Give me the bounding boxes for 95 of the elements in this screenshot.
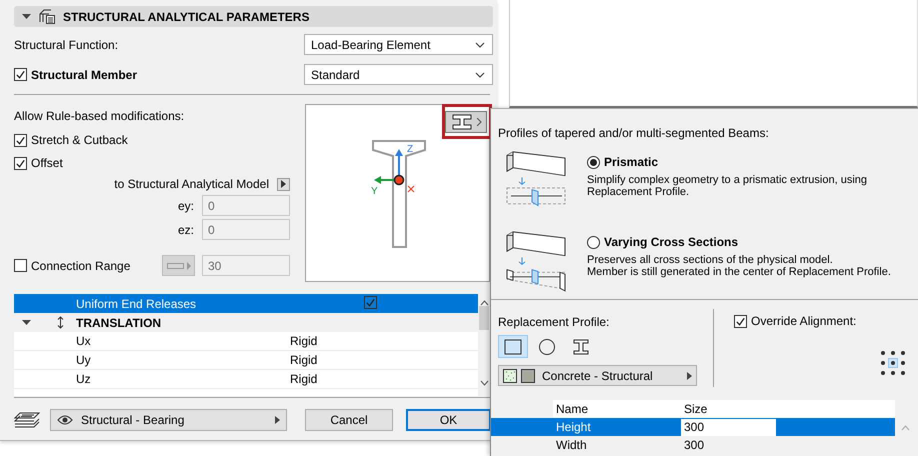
play-arrow-icon <box>275 416 280 424</box>
field-label: Structural Function: <box>14 38 118 52</box>
value-input[interactable]: 300 <box>681 418 776 436</box>
radio-label: Prismatic <box>604 155 658 169</box>
checkbox-label: Structural Member <box>31 68 138 82</box>
chevron-down-icon <box>475 42 485 48</box>
point-icon <box>881 371 885 375</box>
radio-dot-icon <box>590 158 597 166</box>
point-icon <box>881 361 885 365</box>
check-icon <box>735 316 746 326</box>
table-group-row[interactable]: TRANSLATION <box>14 313 478 332</box>
caret-down-icon[interactable] <box>22 14 31 19</box>
checkbox[interactable] <box>364 296 377 309</box>
point-icon <box>891 361 895 365</box>
option-description: Preserves all cross sections of the physical model. Member is still generated in the center of Replacement Profile. <box>587 254 892 278</box>
column-header: Name <box>553 400 681 418</box>
rectangle-icon <box>504 338 522 354</box>
layers-icon <box>14 412 40 428</box>
scroll-thumb[interactable] <box>479 306 489 330</box>
radio-button[interactable] <box>587 236 600 248</box>
anchor-point[interactable] <box>878 368 888 378</box>
checkbox-label: Connection Range <box>31 258 130 272</box>
offset-target-label: to Structural Analytical Model <box>114 177 269 191</box>
table-cell-text: Uy <box>76 353 92 367</box>
check-icon <box>15 69 26 80</box>
checkbox-label: Override Alignment: <box>751 314 856 328</box>
caret-down-icon[interactable] <box>22 320 31 325</box>
section-label: Allow Rule-based modifications: <box>14 109 186 123</box>
table-row[interactable]: Uniform End Releases <box>14 294 478 313</box>
axis-label: Y <box>371 187 378 197</box>
checkbox[interactable] <box>734 314 747 328</box>
structural-function-dropdown[interactable]: Load-Bearing Element <box>304 34 493 55</box>
radio-label: Varying Cross Sections <box>604 235 738 249</box>
i-beam-icon <box>572 338 590 354</box>
table-row[interactable]: Width 300 <box>491 436 895 454</box>
checkbox[interactable] <box>14 156 27 170</box>
column-header: Size <box>681 400 776 418</box>
field-label: ey: <box>178 198 194 212</box>
anchor-point[interactable] <box>898 348 908 358</box>
point-icon <box>891 351 895 355</box>
scroll-down-icon[interactable] <box>480 380 488 386</box>
table-cell-text: Rigid <box>290 353 318 367</box>
member-type-dropdown[interactable]: Standard <box>304 64 493 85</box>
vertical-arrow-icon <box>57 316 64 329</box>
axis-label: Z <box>407 145 414 155</box>
field-label: ez: <box>178 222 194 236</box>
table-cell-text: Ux <box>76 334 92 348</box>
check-icon <box>15 158 26 168</box>
section-header[interactable]: STRUCTURAL ANALYTICAL PARAMETERS <box>14 6 493 27</box>
checkbox-label: Offset <box>31 156 63 170</box>
radio-button[interactable] <box>587 156 600 168</box>
range-type-icon <box>166 262 190 270</box>
point-icon <box>901 361 905 365</box>
point-icon <box>891 371 895 375</box>
anchor-point[interactable] <box>888 358 898 368</box>
anchor-point[interactable] <box>898 368 908 378</box>
section-label: Replacement Profile: <box>498 315 610 329</box>
structure-document-icon <box>39 9 55 24</box>
play-arrow-icon <box>281 180 286 188</box>
profile-button[interactable] <box>445 111 487 133</box>
table-cell-text: Uz <box>76 372 92 386</box>
popup-title: Profiles of tapered and/or multi-segmented Beams: <box>498 126 770 140</box>
point-icon <box>901 371 905 375</box>
eye-icon <box>57 415 73 425</box>
table-cell-text: Rigid <box>290 372 318 386</box>
concrete-pattern-icon <box>503 368 517 382</box>
material-dropdown[interactable]: Concrete - Structural <box>498 365 697 386</box>
anchor-point[interactable] <box>878 348 888 358</box>
check-icon <box>15 134 26 146</box>
i-beam-icon <box>450 114 472 130</box>
anchor-point[interactable] <box>888 348 898 358</box>
anchor-point[interactable] <box>878 358 888 368</box>
table-row[interactable]: Height 300 <box>491 418 895 436</box>
circle-icon <box>538 338 556 354</box>
dialog-button[interactable]: OK <box>406 409 491 431</box>
chevron-down-icon <box>475 72 485 78</box>
play-arrow-icon <box>687 372 692 380</box>
profile-shape-button[interactable] <box>498 335 528 358</box>
layer-dropdown[interactable]: Structural - Bearing <box>50 409 287 431</box>
anchor-point[interactable] <box>888 368 898 378</box>
table-cell-text: Rigid <box>290 334 318 348</box>
option-description: Simplify complex geometry to a prismatic extrusion, using Replacement Profile. <box>587 174 868 198</box>
scroll-up-icon[interactable] <box>480 300 488 306</box>
checkbox-label: Stretch & Cutback <box>31 133 128 147</box>
point-icon <box>901 351 905 355</box>
anchor-point[interactable] <box>898 358 908 368</box>
point-icon <box>881 351 885 355</box>
checkbox[interactable] <box>14 134 27 146</box>
dialog-button[interactable]: Cancel <box>305 409 393 431</box>
varying-beam-drawing <box>505 231 567 293</box>
check-icon <box>365 297 376 308</box>
checkbox[interactable] <box>14 68 27 81</box>
chevron-right-icon <box>476 118 482 126</box>
color-swatch-icon <box>521 368 535 382</box>
expand-button[interactable] <box>277 178 290 190</box>
